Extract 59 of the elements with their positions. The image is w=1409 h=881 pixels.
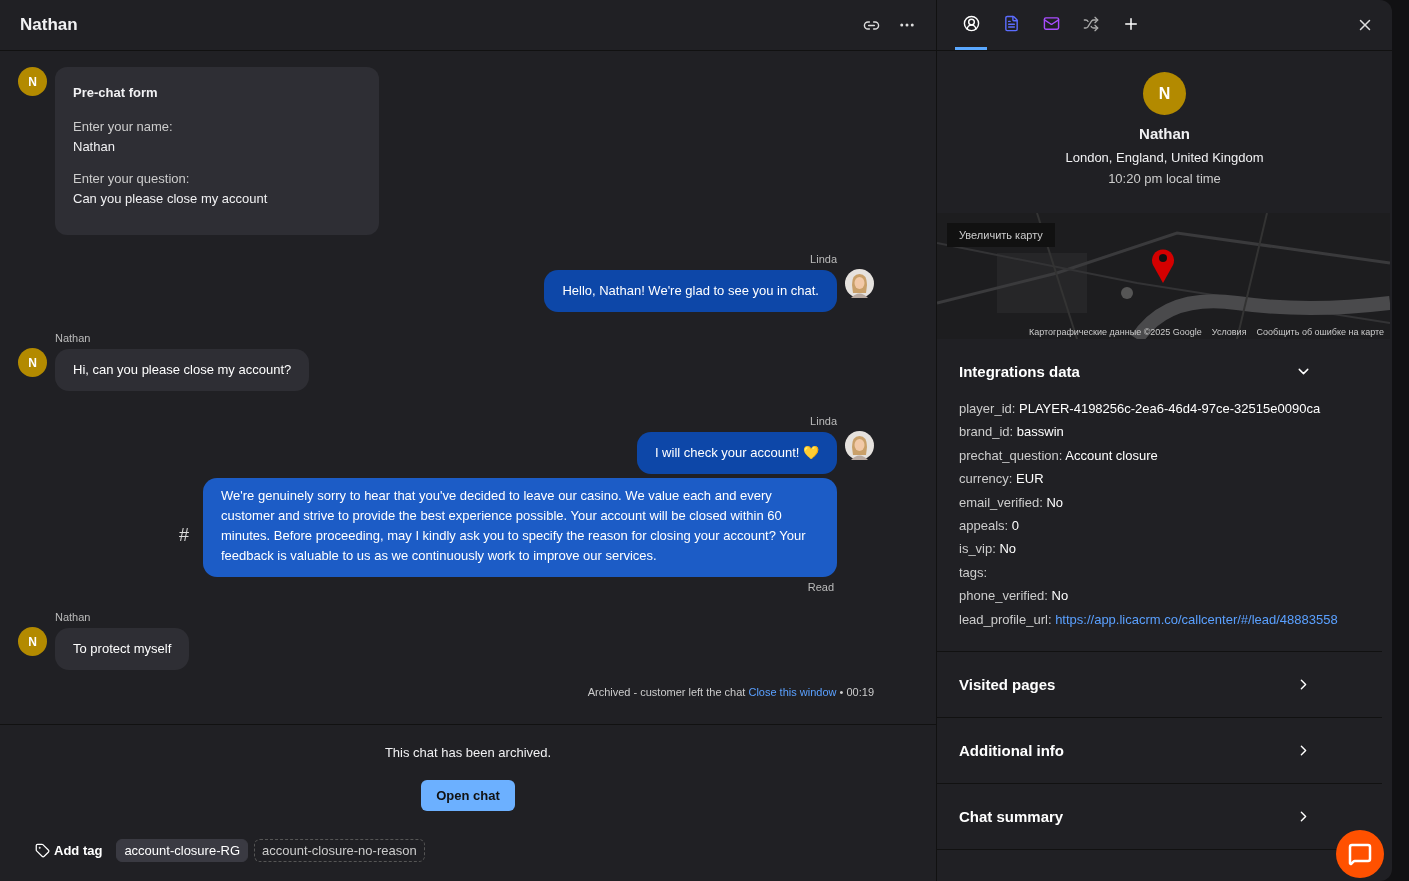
chat-title: Nathan (20, 15, 79, 35)
chat-widget-button[interactable] (1336, 830, 1384, 878)
section-header[interactable]: Additional info (959, 718, 1320, 784)
author-name: Linda (810, 415, 837, 427)
visitor-avatar: N (1143, 72, 1186, 115)
author-name: Nathan (55, 611, 91, 623)
open-chat-button[interactable]: Open chat (421, 780, 515, 811)
visitor-location: London, England, United Kingdom (1065, 150, 1264, 165)
author-name: Linda (810, 253, 837, 265)
section-header[interactable]: Chat summary (959, 784, 1320, 850)
integration-row-text: phone_verified: No (959, 587, 1070, 606)
profile-link[interactable]: https://app.licacrm.co/callcenter/#/lead/48883558 (1055, 611, 1338, 627)
form-title: Pre-chat form (73, 84, 159, 102)
form-value: Can you please close my account (73, 190, 269, 208)
system-message: Archived - customer left the chat Close this window • 00:19 (586, 686, 874, 698)
visitor-avatar: N (18, 67, 47, 96)
agent-message: We're genuinely sorry to hear that you've decided to leave our casino. We value each and every customer and strive to provide the best experience possible. Your account will be closed within 60 minutes. Before proceeding, may I kindly ask you to specify the reason for closing your account? Your feedback is valuable to us as we continuously work to improve our services. (203, 478, 837, 577)
form-label: Enter your name: (73, 118, 174, 136)
agent-message: I will check your account! 💛 (636, 432, 837, 474)
map-attribution[interactable]: Сообщить об ошибке на карте (1256, 327, 1384, 337)
visitor-name: Nathan (1139, 125, 1190, 142)
add-tag-button[interactable]: Add tag (35, 843, 103, 858)
map-attribution[interactable]: Условия (1211, 327, 1247, 337)
agent-message: Hello, Nathan! We're glad to see you in chat. (544, 270, 837, 312)
user-icon (962, 15, 980, 32)
integration-row-text: email_verified: No (959, 493, 1065, 512)
integration-row-text: lead_profile_url: https://app.licacrm.co/callcenter/#/lead/48883558 (959, 610, 1339, 629)
chat-bubble-icon (1348, 842, 1372, 866)
author-name: Nathan (55, 332, 91, 344)
mail-icon (1042, 15, 1060, 32)
map-attribution: Картографические данные ©2025 Google (1029, 327, 1202, 337)
agent-avatar (845, 431, 874, 460)
section-header[interactable]: Visited pages (959, 652, 1320, 718)
visitor-message: Hi, can you please close my account? (55, 349, 310, 391)
tag-chip[interactable]: account-closure-RG (116, 839, 248, 862)
hash-marker: # (179, 525, 189, 546)
enlarge-map-button[interactable]: Увеличить карту (947, 223, 1055, 247)
section-header[interactable]: Integrations data (959, 339, 1320, 403)
visitor-avatar: N (18, 627, 47, 656)
integration-row-text: tags: (959, 563, 989, 582)
integration-row-text: appeals: 0 (959, 517, 1020, 536)
visitor-avatar: N (18, 348, 47, 377)
visitor-message: To protect myself (55, 628, 190, 670)
document-icon (1002, 15, 1020, 32)
form-value: Nathan (73, 138, 116, 156)
integration-row-text: prechat_question: Account closure (959, 446, 1159, 465)
integration-row-text: is_vip: No (959, 540, 1018, 559)
integration-row-text: currency: EUR (959, 470, 1045, 489)
tag-icon (35, 843, 50, 858)
archived-notice: This chat has been archived. (384, 745, 552, 760)
local-time: 10:20 pm local time (1108, 171, 1221, 186)
integration-row-text: player_id: PLAYER-4198256c-2ea6-46d4-97ce-32515e0090ca (959, 400, 1322, 418)
form-label: Enter your question: (73, 170, 191, 188)
close-window-link[interactable]: Close this window (748, 686, 837, 698)
read-status: Read (807, 581, 834, 593)
tag-chip[interactable]: account-closure-no-reason (254, 839, 425, 862)
shuffle-icon (1083, 15, 1099, 32)
integration-row-text: brand_id: basswin (959, 423, 1065, 442)
agent-avatar (845, 269, 874, 298)
